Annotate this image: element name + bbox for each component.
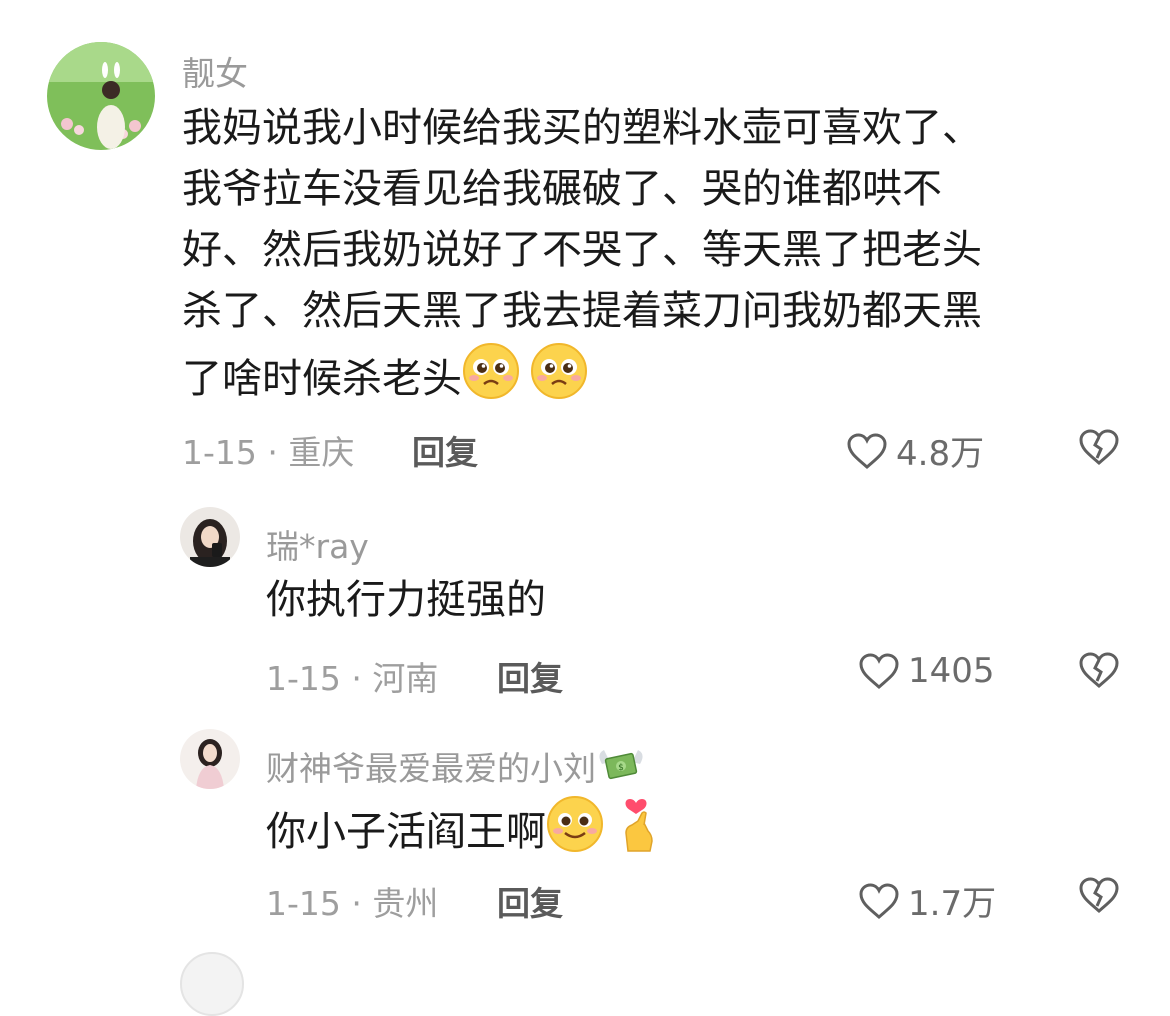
like-count: 1.7万 [908,884,997,924]
like-button[interactable]: 1.7万 [858,876,996,925]
comment-meta: 1-15 · 河南 [266,659,439,698]
heart-outline-icon [859,653,899,690]
comment-text: 你小子活阎王啊 [266,795,662,863]
comment-meta: 1-15 · 重庆 [182,433,355,472]
comment-text-line: 我妈说我小时候给我买的塑料水壶可喜欢了、 [182,105,982,151]
heart-outline-icon [859,882,899,919]
like-count: 4.8万 [896,434,985,474]
money-with-wings-emoji: $ [599,750,643,780]
comment-username[interactable]: 靓女 [182,47,248,95]
username-text: 财神爷最爱最爱的小刘 [266,749,596,788]
avatar[interactable] [180,729,240,789]
comment-username[interactable]: 财神爷最爱最爱的小刘 $ [266,742,646,790]
avatar[interactable] [180,507,240,567]
comment-text: 你执行力挺强的 [266,577,546,623]
avatar[interactable] [47,42,155,150]
broken-heart-icon [1079,652,1119,689]
reply-button[interactable]: 回复 [412,426,478,474]
comment-text-line: 了啥时候杀老头 [182,342,588,410]
comment-text-line: 杀了、然后天黑了我去提着菜刀问我奶都天黑 [182,288,982,334]
comment-text-line: 好、然后我奶说好了不哭了、等天黑了把老头 [182,227,982,273]
dislike-button[interactable] [1078,651,1120,693]
pleading-face-emoji [531,343,587,399]
like-count: 1405 [908,651,995,691]
broken-heart-icon [1079,429,1119,466]
comment-text-line: 我爷拉车没看见给我碾破了、哭的谁都哄不 [182,166,942,212]
dislike-button[interactable] [1078,876,1120,918]
reply-button[interactable]: 回复 [497,652,563,700]
comment-text-fragment: 你小子活阎王啊 [266,809,546,855]
comment-text-fragment: 了啥时候杀老头 [182,356,462,402]
comment-meta: 1-15 · 贵州 [266,884,439,923]
avatar[interactable] [180,952,244,1016]
smiling-face-emoji [547,796,603,852]
broken-heart-icon [1079,877,1119,914]
like-button[interactable]: 4.8万 [846,426,984,475]
comment-username[interactable]: 瑞*ray [266,520,369,568]
reply-button[interactable]: 回复 [497,877,563,925]
like-button[interactable]: 1405 [858,651,995,691]
heart-outline-icon [847,432,887,469]
pleading-face-emoji [463,343,519,399]
dislike-button[interactable] [1078,428,1120,470]
svg-text:$: $ [618,763,624,773]
finger-heart-emoji [625,799,653,852]
